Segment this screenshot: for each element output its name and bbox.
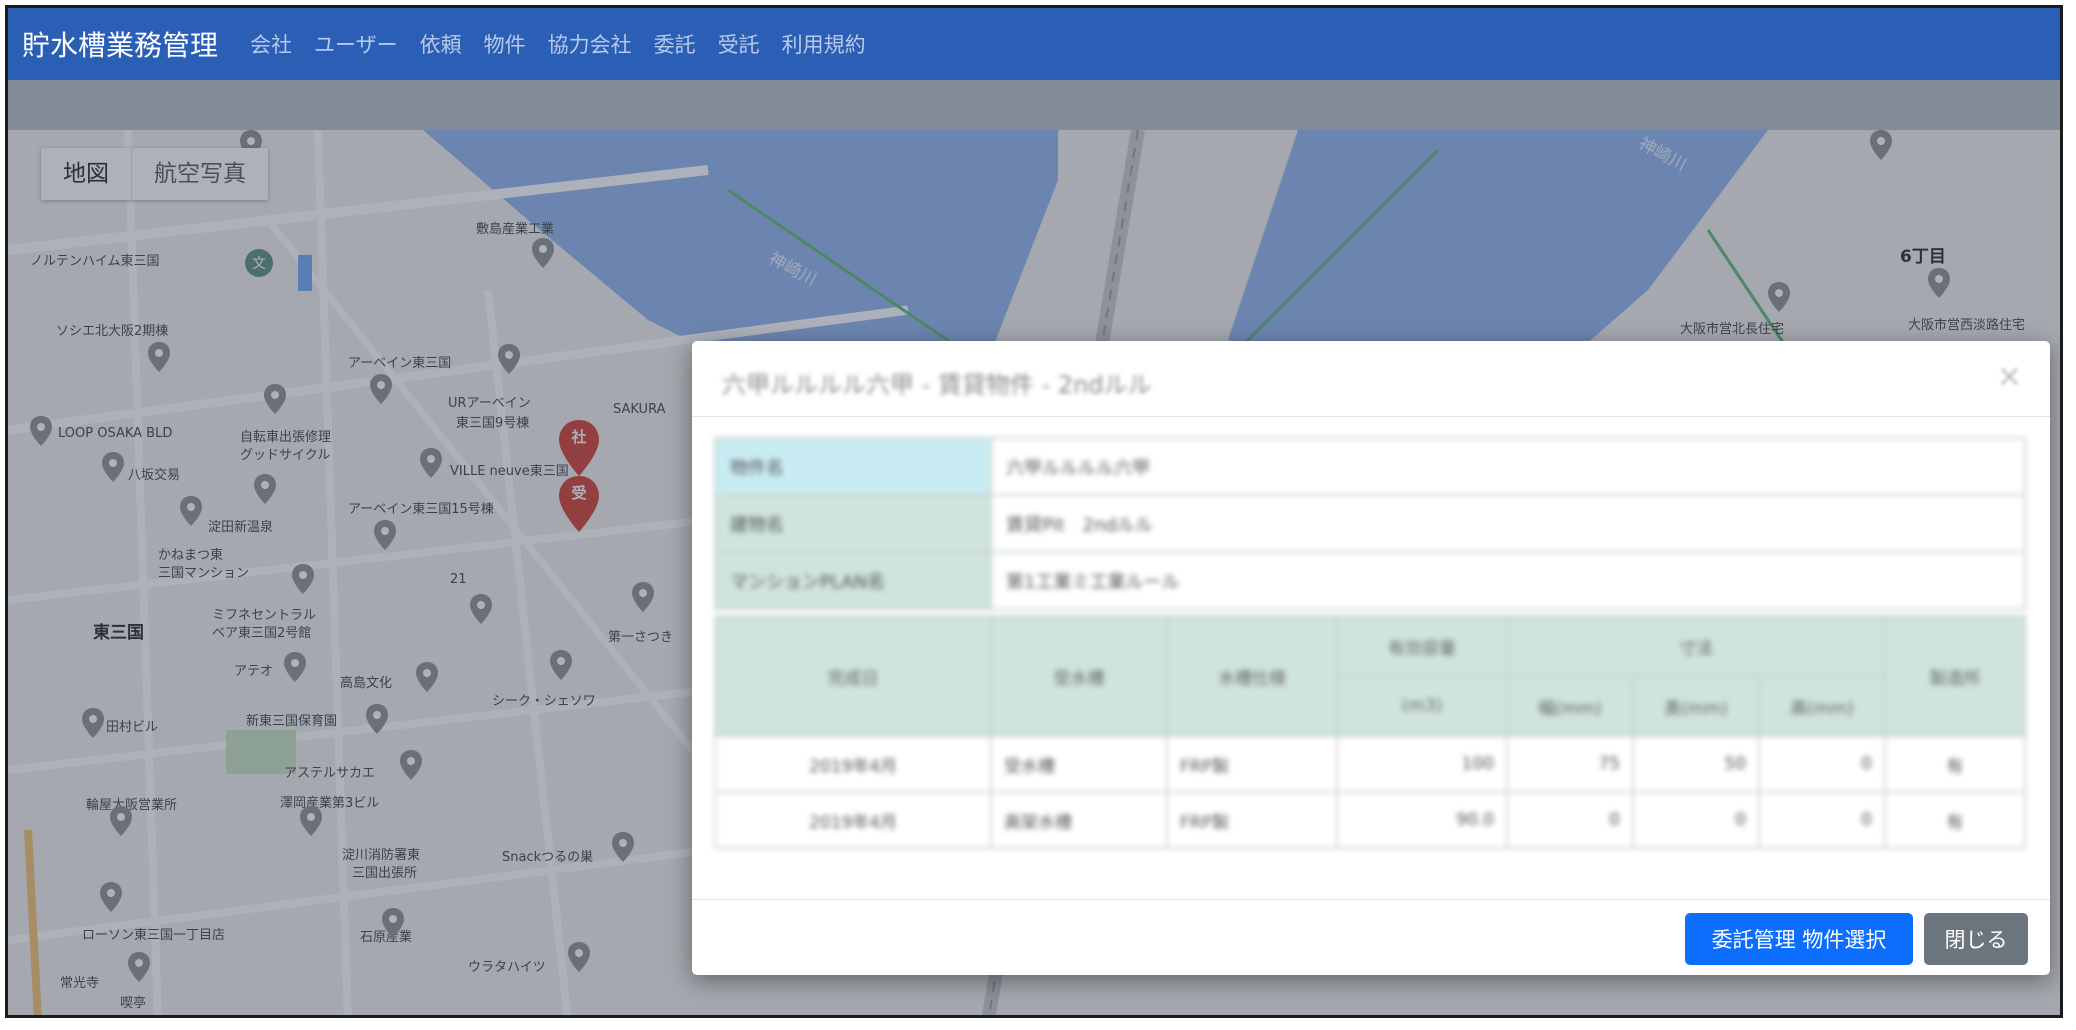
info-label: マンションPLAN名 [714,551,992,610]
column-header: 完成日 [714,615,992,737]
info-value: 第1工業ミ工業ルール [990,551,2026,610]
info-label: 建物名 [714,494,992,553]
nav-link-companies[interactable]: 会社 [250,29,292,59]
table-cell: 2019年4月 [714,791,992,849]
column-subheader: 奥(mm) [1632,675,1760,737]
table-cell: 0 [1632,791,1760,849]
nav-link-contracting[interactable]: 受託 [718,29,760,59]
table-cell: FRP製 [1166,791,1338,849]
modal-title: 六甲ルルルル六甲 - 賃貸物件 - 2ndルル [722,371,1152,399]
column-subheader: 幅(mm) [1506,675,1634,737]
column-header: 製造所 [1884,615,2026,737]
column-header: 有効容量 [1336,615,1508,677]
info-row: 建物名 賃貸Pit 2ndルル [714,494,2026,553]
table-cell: 有 [1884,735,2026,793]
nav-link-terms[interactable]: 利用規約 [782,29,866,59]
screenshot-frame: 貯水槽業務管理 会社 ユーザー 依頼 物件 協力会社 委託 受託 利用規約 神崎… [5,5,2063,1018]
close-icon[interactable]: × [1997,359,2022,394]
nav-link-properties[interactable]: 物件 [484,29,526,59]
column-header: 水槽仕様 [1166,615,1338,737]
table-cell: 50 [1632,735,1760,793]
table-cell: FRP製 [1166,735,1338,793]
tank-grid-table: 完成日 受水槽 水槽仕様 有効容量 寸法 製造所 (m3) 幅(mm) 奥(mm… [714,615,2026,849]
nav-link-users[interactable]: ユーザー [314,29,398,59]
table-cell: 75 [1506,735,1634,793]
property-detail-modal: 六甲ルルルル六甲 - 賃貸物件 - 2ndルル × 物件名 六甲ルルルル六甲 建… [692,341,2050,975]
info-value: 賃貸Pit 2ndルル [990,494,2026,553]
table-cell: 受水槽 [990,735,1168,793]
info-row: マンションPLAN名 第1工業ミ工業ルール [714,551,2026,610]
column-subheader: (m3) [1336,675,1508,737]
table-cell: 100 [1336,735,1508,793]
column-subheader: 高(mm) [1758,675,1886,737]
table-cell: 0 [1758,791,1886,849]
nav-link-requests[interactable]: 依頼 [420,29,462,59]
column-header: 寸法 [1506,615,1886,677]
info-row: 物件名 六甲ルルルル六甲 [714,437,2026,496]
navbar: 貯水槽業務管理 会社 ユーザー 依頼 物件 協力会社 委託 受託 利用規約 [8,8,2060,80]
select-outsourcing-property-button[interactable]: 委託管理 物件選択 [1685,913,1913,965]
nav-link-outsourcing[interactable]: 委託 [654,29,696,59]
modal-footer: 委託管理 物件選択 閉じる [692,899,2050,975]
column-header: 受水槽 [990,615,1168,737]
table-cell: 有 [1884,791,2026,849]
table-cell: 90.0 [1336,791,1508,849]
table-row[interactable]: 2019年4月 高架水槽 FRP製 90.0 0 0 0 有 [714,791,2026,849]
table-cell: 0 [1506,791,1634,849]
close-button[interactable]: 閉じる [1924,913,2028,965]
table-cell: 高架水槽 [990,791,1168,849]
app-brand[interactable]: 貯水槽業務管理 [22,24,218,64]
table-cell: 2019年4月 [714,735,992,793]
info-value: 六甲ルルルル六甲 [990,437,2026,496]
table-row[interactable]: 2019年4月 受水槽 FRP製 100 75 50 0 有 [714,735,2026,793]
table-header-row: 完成日 受水槽 水槽仕様 有効容量 寸法 製造所 [714,615,2026,737]
table-cell: 0 [1758,735,1886,793]
property-info-table: 物件名 六甲ルルルル六甲 建物名 賃貸Pit 2ndルル マンションPLAN名 … [714,437,2026,610]
nav-link-partners[interactable]: 協力会社 [548,29,632,59]
info-label: 物件名 [714,437,992,496]
modal-header: 六甲ルルルル六甲 - 賃貸物件 - 2ndルル × [692,341,2050,417]
